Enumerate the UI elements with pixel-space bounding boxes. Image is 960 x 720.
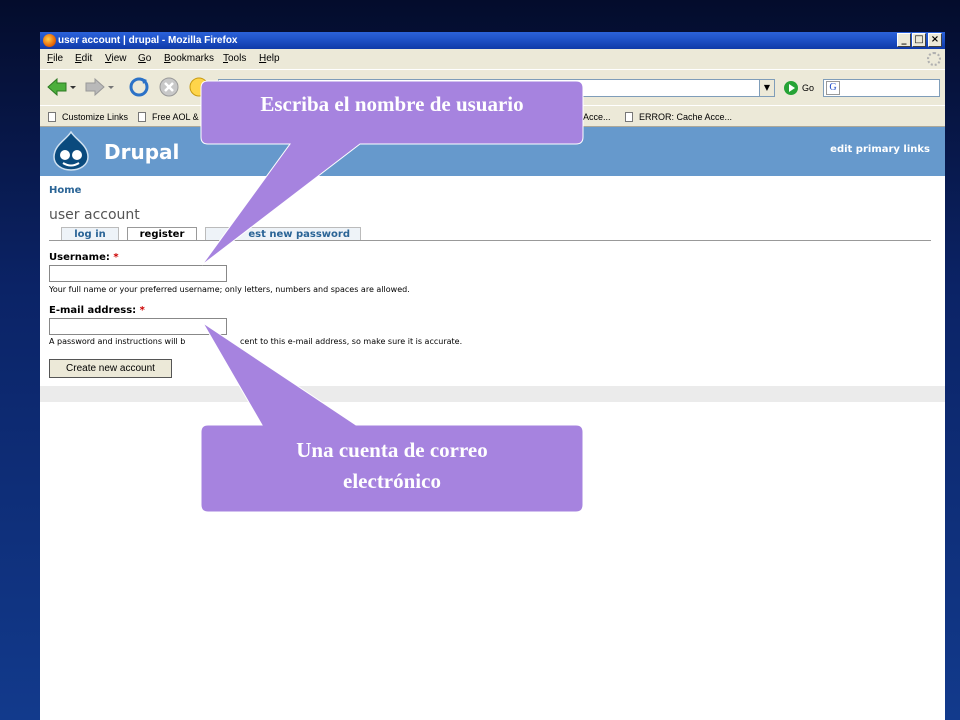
email-description-start: A password and instructions will b — [49, 337, 186, 346]
menu-bookmarks[interactable]: Bookmarks — [164, 53, 214, 64]
tab-register[interactable]: register — [127, 227, 197, 241]
breadcrumb-home[interactable]: Home — [49, 185, 81, 196]
page-title: user account — [49, 207, 140, 223]
back-arrow-icon[interactable] — [46, 76, 68, 98]
email-callout-text: Una cuenta de correo electrónico — [201, 435, 583, 497]
page-icon — [48, 112, 56, 122]
email-callout-line-1: Una cuenta de correo — [296, 438, 488, 462]
bookmark-cache-access[interactable]: Acce... — [583, 112, 611, 122]
tab-request-new-password[interactable]: est new password — [205, 227, 361, 241]
window-title: user account | drupal - Mozilla Firefox — [58, 35, 238, 46]
tabs-divider — [49, 240, 931, 241]
required-marker: * — [113, 252, 119, 263]
menu-tools[interactable]: Tools — [223, 53, 246, 64]
go-icon[interactable] — [784, 81, 798, 95]
page-footer — [40, 386, 945, 402]
page-icon — [625, 112, 633, 122]
page-icon — [138, 112, 146, 122]
email-label: E-mail address: * — [49, 305, 145, 316]
email-description-end: cent to this e-mail address, so make sur… — [240, 337, 463, 346]
username-input[interactable] — [49, 265, 227, 282]
menu-go[interactable]: Go — [138, 53, 151, 64]
edit-primary-links[interactable]: edit primary links — [830, 144, 930, 155]
menu-edit[interactable]: Edit — [75, 53, 92, 64]
required-marker: * — [139, 305, 145, 316]
email-callout-line-2: electrónico — [343, 469, 441, 493]
menu-bar: File Edit View Go Bookmarks Tools Help — [40, 49, 945, 69]
create-account-button[interactable]: Create new account — [49, 359, 172, 378]
go-label[interactable]: Go — [802, 83, 814, 93]
minimize-button[interactable]: _ — [897, 33, 911, 47]
bookmark-error-cache[interactable]: ERROR: Cache Acce... — [625, 112, 732, 122]
reload-icon[interactable] — [128, 76, 150, 98]
site-header: Drupal edit primary links — [40, 127, 945, 176]
back-dropdown-icon[interactable] — [68, 76, 78, 98]
drupal-drop-logo[interactable] — [50, 131, 92, 171]
close-button[interactable]: × — [928, 33, 942, 47]
maximize-button[interactable]: □ — [912, 33, 926, 47]
forward-dropdown-icon[interactable] — [106, 76, 116, 98]
username-description: Your full name or your preferred usernam… — [49, 285, 410, 294]
tab-log-in[interactable]: log in — [61, 227, 119, 241]
stop-icon[interactable] — [158, 76, 180, 98]
username-callout-text: Escriba el nombre de usuario — [260, 92, 524, 116]
forward-arrow-icon[interactable] — [84, 76, 106, 98]
firefox-icon — [43, 34, 56, 47]
search-input[interactable]: G — [823, 79, 940, 97]
menu-help[interactable]: Help — [259, 53, 280, 64]
google-search-icon[interactable]: G — [826, 81, 840, 95]
url-dropdown-button[interactable]: ▼ — [759, 79, 775, 97]
site-name[interactable]: Drupal — [104, 140, 179, 164]
username-label: Username: * — [49, 252, 119, 263]
throbber-icon — [927, 52, 941, 66]
bookmark-customize-links[interactable]: Customize Links — [48, 112, 128, 122]
title-bar: user account | drupal - Mozilla Firefox … — [40, 32, 945, 49]
menu-view[interactable]: View — [105, 53, 127, 64]
bookmark-free-aol[interactable]: Free AOL & — [138, 112, 199, 122]
menu-file[interactable]: File — [47, 53, 63, 64]
email-input[interactable] — [49, 318, 227, 335]
browser-window: user account | drupal - Mozilla Firefox … — [40, 32, 945, 720]
